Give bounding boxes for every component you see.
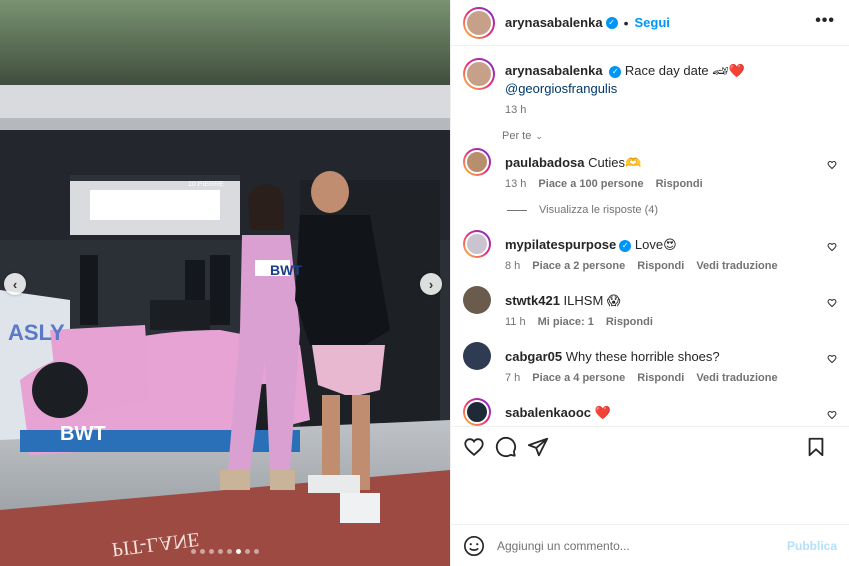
verified-badge-icon: ✓ bbox=[609, 65, 622, 78]
author-avatar[interactable] bbox=[463, 6, 495, 39]
carousel-dots bbox=[0, 549, 450, 554]
comment-meta: 13 h Piace a 100 persone Rispondi bbox=[505, 178, 837, 190]
previous-image-button[interactable]: ‹ bbox=[4, 273, 26, 295]
view-replies-label: Visualizza le risposte (4) bbox=[539, 204, 659, 216]
comment-likes[interactable]: Mi piace: 1 bbox=[538, 316, 594, 328]
verified-badge-icon: ✓ bbox=[605, 16, 618, 29]
more-options-icon[interactable]: ••• bbox=[815, 12, 835, 30]
commenter-username[interactable]: paulabadosa bbox=[505, 155, 584, 170]
carousel-dot bbox=[245, 549, 250, 554]
comment-icon[interactable] bbox=[495, 436, 517, 458]
reply-button[interactable]: Rispondi bbox=[637, 260, 684, 272]
commenter-avatar[interactable] bbox=[463, 148, 491, 176]
comment-like-heart-icon[interactable] bbox=[827, 160, 837, 170]
comment-time: 7 h bbox=[505, 372, 521, 384]
comment-item: paulabadosa Cuties🫶 13 h Piace a 100 perso… bbox=[451, 148, 849, 190]
carousel-dot bbox=[227, 549, 232, 554]
comment-text: Why these horrible shoes? bbox=[565, 349, 720, 364]
suit-livery-text: BWT bbox=[270, 262, 302, 278]
carousel-dot bbox=[236, 549, 241, 554]
comment-item: sabalenkaooc ❤️13 hPiace a 2 personeRisp… bbox=[451, 398, 849, 426]
emoji-picker-icon[interactable] bbox=[463, 535, 485, 557]
comment-like-heart-icon[interactable] bbox=[827, 298, 837, 308]
replies-divider bbox=[507, 209, 527, 211]
comment-text: Cuties🫶 bbox=[588, 155, 642, 170]
caption-mention-link[interactable]: @georgiosfrangulis bbox=[505, 81, 617, 96]
comment-item: stwtk421 ILHSM 😱 11 h Mi piace: 1 Rispondi bbox=[451, 286, 849, 328]
comment-like-heart-icon[interactable] bbox=[827, 410, 837, 420]
caption-time: 13 h bbox=[505, 104, 527, 116]
comment-item: mypilatespurpose ✓ Love😍 8 h Piace a 2 pers… bbox=[451, 230, 849, 272]
comment-item: cabgar05 Why these horrible shoes? 7 h Pia… bbox=[451, 342, 849, 384]
save-bookmark-icon[interactable] bbox=[805, 436, 827, 458]
comment-likes[interactable]: Piace a 100 persone bbox=[538, 178, 643, 190]
car-livery-text: BWT bbox=[60, 423, 106, 445]
garage-sign-text: 10 PIERRE bbox=[188, 181, 224, 188]
comment-input[interactable] bbox=[497, 538, 757, 553]
commenter-username[interactable]: cabgar05 bbox=[505, 349, 562, 364]
comment-likes[interactable]: Piace a 4 persone bbox=[532, 372, 625, 384]
caption-text: Race day date 🏎❤️ bbox=[624, 63, 745, 78]
comment-meta: 11 h Mi piace: 1 Rispondi bbox=[505, 316, 837, 328]
verified-badge-icon: ✓ bbox=[619, 239, 632, 252]
comments-list: paulabadosa Cuties🫶 13 h Piace a 100 perso… bbox=[451, 148, 849, 426]
post-image[interactable]: 10 PIERRE BWT BWT ASLY PIT-LANE ‹ › bbox=[0, 0, 450, 566]
comment-text: ILHSM 😱 bbox=[563, 293, 621, 308]
comment-meta: 7 h Piace a 4 persone Rispondi Vedi traduzi… bbox=[505, 372, 837, 384]
sort-label: Per te bbox=[502, 130, 532, 142]
caption-username[interactable]: arynasabalenka bbox=[505, 63, 603, 78]
commenter-avatar[interactable] bbox=[463, 286, 491, 314]
carousel-dot bbox=[209, 549, 214, 554]
likes-area bbox=[451, 466, 849, 524]
post-caption: arynasabalenka ✓ Race day date 🏎❤️ @geor… bbox=[451, 46, 849, 116]
instagram-post-modal: 10 PIERRE BWT BWT ASLY PIT-LANE ‹ › aryn… bbox=[0, 0, 849, 566]
comment-likes[interactable]: Piace a 2 persone bbox=[532, 260, 625, 272]
see-translation-button[interactable]: Vedi traduzione bbox=[696, 260, 777, 272]
commenter-username[interactable]: mypilatespurpose bbox=[505, 237, 616, 252]
next-image-button[interactable]: › bbox=[420, 273, 442, 295]
commenter-avatar[interactable] bbox=[463, 342, 491, 370]
comment-time: 13 h bbox=[505, 178, 527, 190]
reply-button[interactable]: Rispondi bbox=[637, 372, 684, 384]
follow-button[interactable]: Segui bbox=[634, 15, 669, 30]
author-username[interactable]: arynasabalenka bbox=[505, 15, 603, 30]
comment-time: 8 h bbox=[505, 260, 521, 272]
publish-button[interactable]: Pubblica bbox=[787, 539, 837, 553]
photo-scene: 10 PIERRE BWT BWT ASLY PIT-LANE bbox=[0, 0, 450, 566]
comment-time: 11 h bbox=[505, 316, 526, 328]
chevron-left-icon: ‹ bbox=[12, 276, 18, 292]
commenter-avatar[interactable] bbox=[463, 398, 491, 426]
post-side-panel: arynasabalenka ✓ • Segui ••• arynasabale… bbox=[450, 0, 849, 566]
chevron-down-icon: ⌄ bbox=[535, 130, 543, 141]
commenter-avatar[interactable] bbox=[463, 230, 491, 258]
commenter-username[interactable]: stwtk421 bbox=[505, 293, 560, 308]
reply-button[interactable]: Rispondi bbox=[656, 178, 703, 190]
comment-like-heart-icon[interactable] bbox=[827, 242, 837, 252]
share-send-icon[interactable] bbox=[527, 436, 549, 458]
see-translation-button[interactable]: Vedi traduzione bbox=[696, 372, 777, 384]
wall-sign-text: ASLY bbox=[8, 320, 65, 345]
carousel-dot bbox=[191, 549, 196, 554]
caption-avatar[interactable] bbox=[463, 58, 495, 90]
comment-text: Love😍 bbox=[634, 237, 677, 252]
reply-button[interactable]: Rispondi bbox=[606, 316, 653, 328]
comment-meta: 8 h Piace a 2 persone Rispondi Vedi traduzi… bbox=[505, 260, 837, 272]
header-separator: • bbox=[623, 14, 629, 31]
carousel-dot bbox=[200, 549, 205, 554]
post-header: arynasabalenka ✓ • Segui ••• bbox=[451, 0, 849, 46]
carousel-dot bbox=[218, 549, 223, 554]
view-replies-button[interactable]: Visualizza le risposte (4) bbox=[507, 204, 849, 216]
comment-sort-selector[interactable]: Per te ⌄ bbox=[451, 116, 849, 142]
post-actions-bar bbox=[451, 426, 849, 466]
commenter-username[interactable]: sabalenkaooc bbox=[505, 405, 591, 420]
carousel-dot bbox=[254, 549, 259, 554]
like-heart-icon[interactable] bbox=[463, 436, 485, 458]
chevron-right-icon: › bbox=[428, 276, 434, 292]
comment-like-heart-icon[interactable] bbox=[827, 354, 837, 364]
comments-section[interactable]: arynasabalenka ✓ Race day date 🏎❤️ @geor… bbox=[451, 46, 849, 426]
comment-text: ❤️ bbox=[594, 405, 611, 420]
add-comment-bar: Pubblica bbox=[451, 524, 849, 566]
